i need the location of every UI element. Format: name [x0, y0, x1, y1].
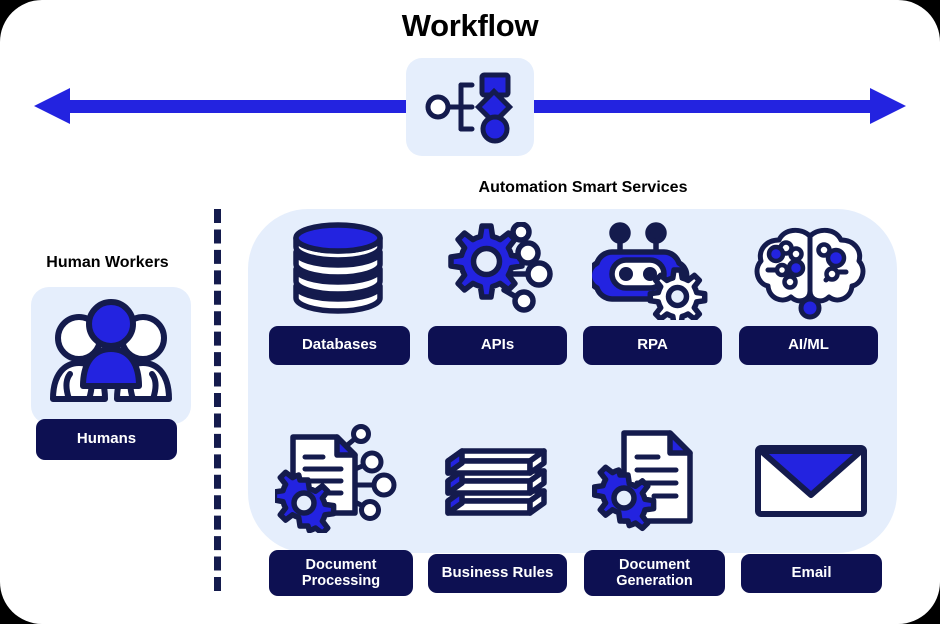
- pill-business-rules[interactable]: Business Rules: [428, 554, 567, 593]
- pill-document-generation[interactable]: Document Generation: [584, 550, 725, 596]
- arrow-head-right-icon: [870, 88, 906, 124]
- robot-gear-icon: [592, 222, 714, 320]
- pill-ai-ml[interactable]: AI/ML: [739, 326, 878, 365]
- pill-email[interactable]: Email: [741, 554, 882, 593]
- automation-section-heading: Automation Smart Services: [478, 179, 688, 196]
- section-divider: [214, 209, 221, 591]
- document-gear-icon: [592, 425, 704, 533]
- arrow-shaft-left: [68, 100, 418, 113]
- arrow-shaft-right: [528, 100, 878, 113]
- book-stack-icon: [436, 437, 560, 523]
- arrow-head-left-icon: [34, 88, 70, 124]
- pill-apis[interactable]: APIs: [428, 326, 567, 365]
- gear-network-icon: [438, 222, 562, 320]
- pill-rpa[interactable]: RPA: [583, 326, 722, 365]
- envelope-icon: [753, 443, 869, 519]
- workflow-flowchart-icon: [406, 58, 534, 156]
- page-title: Workflow: [401, 8, 539, 43]
- pill-humans[interactable]: Humans: [36, 419, 177, 460]
- pill-databases[interactable]: Databases: [269, 326, 410, 365]
- diagram-card: Workflow Automation Smart Services Human…: [0, 0, 940, 624]
- workflow-icon-badge: [406, 58, 534, 156]
- database-cylinder-icon: [285, 222, 391, 320]
- document-gear-network-icon: [275, 423, 403, 533]
- people-group-icon: [45, 295, 177, 407]
- brain-circuit-icon: [752, 222, 868, 320]
- pill-document-processing[interactable]: Document Processing: [269, 550, 413, 596]
- human-section-heading: Human Workers: [46, 254, 169, 271]
